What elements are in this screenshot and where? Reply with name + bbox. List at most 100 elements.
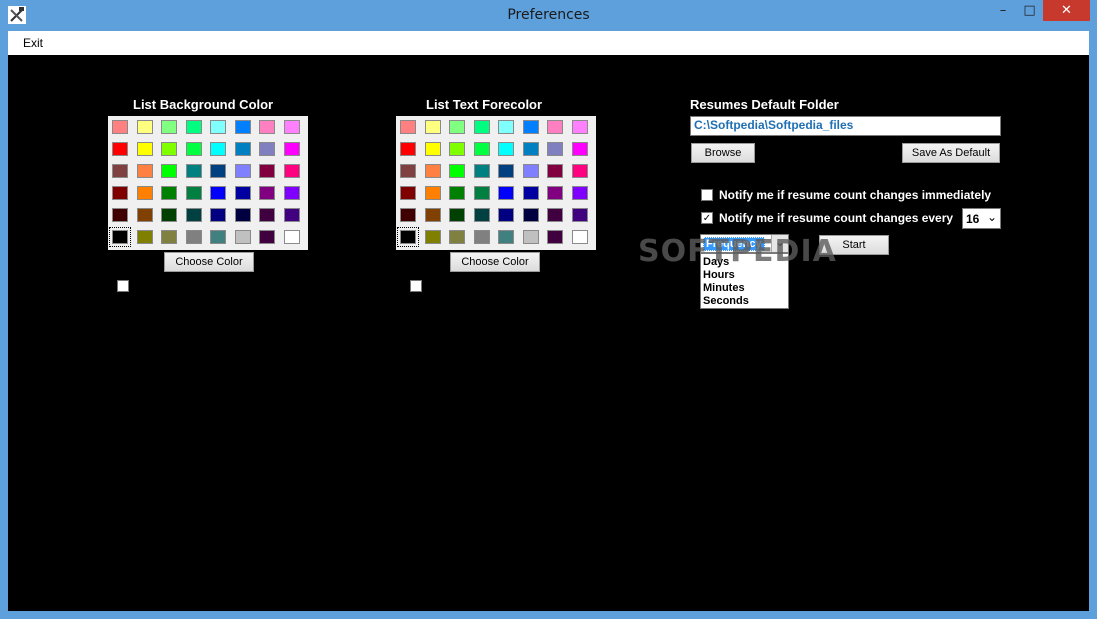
forecolor-swatch[interactable] — [571, 230, 588, 244]
forecolor-swatch[interactable] — [522, 120, 539, 134]
forecolor-swatch[interactable] — [473, 186, 490, 200]
background-color-swatch[interactable] — [234, 186, 251, 200]
background-color-swatch[interactable] — [161, 230, 177, 244]
forecolor-swatch[interactable] — [473, 164, 490, 178]
background-color-swatch[interactable] — [283, 208, 300, 222]
forecolor-swatch[interactable] — [473, 208, 490, 222]
background-color-swatch[interactable] — [136, 164, 153, 178]
forecolor-swatch[interactable] — [424, 186, 441, 200]
notify-every-checkbox[interactable]: ✓ — [701, 212, 713, 224]
forecolor-swatch[interactable] — [547, 120, 563, 134]
background-color-swatch[interactable] — [283, 230, 300, 244]
forecolor-swatch[interactable] — [400, 208, 416, 222]
forecolor-swatch[interactable] — [449, 120, 465, 134]
background-color-swatch[interactable] — [210, 164, 226, 178]
browse-button[interactable]: Browse — [691, 143, 755, 163]
forecolor-swatch[interactable] — [498, 164, 514, 178]
forecolor-swatch[interactable] — [547, 208, 563, 222]
forecolor-swatch[interactable] — [397, 227, 419, 247]
background-color-swatch[interactable] — [185, 208, 202, 222]
background-color-swatch[interactable] — [185, 120, 202, 134]
forecolor-swatch[interactable] — [498, 120, 514, 134]
forecolor-swatch[interactable] — [400, 120, 416, 134]
background-color-swatch[interactable] — [259, 208, 275, 222]
background-color-swatch[interactable] — [210, 120, 226, 134]
background-color-swatch[interactable] — [234, 120, 251, 134]
forecolor-swatch[interactable] — [522, 208, 539, 222]
background-color-swatch[interactable] — [185, 142, 202, 156]
frequency-option[interactable]: Hours — [701, 269, 788, 282]
background-color-swatch[interactable] — [185, 164, 202, 178]
notify-immediately-checkbox[interactable] — [701, 189, 713, 201]
background-color-swatch[interactable] — [185, 186, 202, 200]
background-color-swatch[interactable] — [161, 164, 177, 178]
background-color-swatch[interactable] — [161, 186, 177, 200]
forecolor-swatch[interactable] — [449, 208, 465, 222]
frequency-option[interactable]: Seconds — [701, 295, 788, 308]
background-color-swatch[interactable] — [136, 120, 153, 134]
forecolor-swatch[interactable] — [498, 208, 514, 222]
forecolor-swatch[interactable] — [424, 164, 441, 178]
forecolor-swatch[interactable] — [522, 230, 539, 244]
menu-exit[interactable]: Exit — [23, 36, 43, 50]
forecolor-swatch[interactable] — [547, 230, 563, 244]
background-color-swatch[interactable] — [161, 120, 177, 134]
minimize-button[interactable]: – — [990, 0, 1016, 21]
forecolor-checkbox[interactable] — [410, 280, 422, 292]
forecolor-swatch[interactable] — [498, 186, 514, 200]
forecolor-swatch[interactable] — [473, 230, 490, 244]
forecolor-swatch[interactable] — [473, 142, 490, 156]
title-bar[interactable]: Preferences – □ ✕ — [0, 0, 1097, 31]
frequency-option[interactable]: Minutes — [701, 282, 788, 295]
forecolor-swatch[interactable] — [547, 142, 563, 156]
background-color-swatch[interactable] — [210, 230, 226, 244]
background-color-swatch[interactable] — [234, 208, 251, 222]
forecolor-swatch[interactable] — [424, 142, 441, 156]
background-choose-color-button[interactable]: Choose Color — [164, 252, 254, 272]
background-color-swatch[interactable] — [112, 208, 128, 222]
forecolor-swatch[interactable] — [498, 230, 514, 244]
background-color-swatch[interactable] — [109, 227, 131, 247]
interval-select[interactable]: 16 ⌄ — [962, 208, 1001, 229]
background-color-swatch[interactable] — [210, 208, 226, 222]
background-color-swatch[interactable] — [161, 208, 177, 222]
forecolor-swatch[interactable] — [400, 142, 416, 156]
background-color-swatch[interactable] — [259, 186, 275, 200]
background-color-swatch[interactable] — [234, 164, 251, 178]
forecolor-swatch[interactable] — [571, 208, 588, 222]
forecolor-swatch[interactable] — [547, 164, 563, 178]
forecolor-swatch[interactable] — [400, 164, 416, 178]
forecolor-swatch[interactable] — [498, 142, 514, 156]
forecolor-swatch[interactable] — [424, 208, 441, 222]
background-color-swatch[interactable] — [112, 186, 128, 200]
background-color-swatch[interactable] — [161, 142, 177, 156]
background-color-swatch[interactable] — [234, 230, 251, 244]
forecolor-swatch[interactable] — [571, 186, 588, 200]
background-color-swatch[interactable] — [136, 186, 153, 200]
forecolor-swatch[interactable] — [522, 164, 539, 178]
forecolor-swatch[interactable] — [449, 230, 465, 244]
background-color-swatch[interactable] — [259, 120, 275, 134]
background-color-swatch[interactable] — [259, 230, 275, 244]
forecolor-swatch[interactable] — [449, 164, 465, 178]
forecolor-choose-color-button[interactable]: Choose Color — [450, 252, 540, 272]
background-color-swatch[interactable] — [283, 142, 300, 156]
background-color-swatch[interactable] — [283, 186, 300, 200]
background-color-swatch[interactable] — [259, 142, 275, 156]
forecolor-swatch[interactable] — [522, 186, 539, 200]
background-color-swatch[interactable] — [283, 120, 300, 134]
forecolor-swatch[interactable] — [449, 142, 465, 156]
forecolor-swatch[interactable] — [522, 142, 539, 156]
maximize-button[interactable]: □ — [1016, 0, 1043, 21]
background-checkbox[interactable] — [117, 280, 129, 292]
forecolor-swatch[interactable] — [571, 120, 588, 134]
forecolor-swatch[interactable] — [449, 186, 465, 200]
background-color-swatch[interactable] — [112, 164, 128, 178]
forecolor-swatch[interactable] — [571, 142, 588, 156]
forecolor-swatch[interactable] — [571, 164, 588, 178]
background-color-swatch[interactable] — [283, 164, 300, 178]
background-color-swatch[interactable] — [136, 208, 153, 222]
folder-path-input[interactable]: C:\Softpedia\Softpedia_files — [690, 116, 1001, 136]
save-as-default-button[interactable]: Save As Default — [902, 143, 1000, 163]
forecolor-swatch[interactable] — [473, 120, 490, 134]
